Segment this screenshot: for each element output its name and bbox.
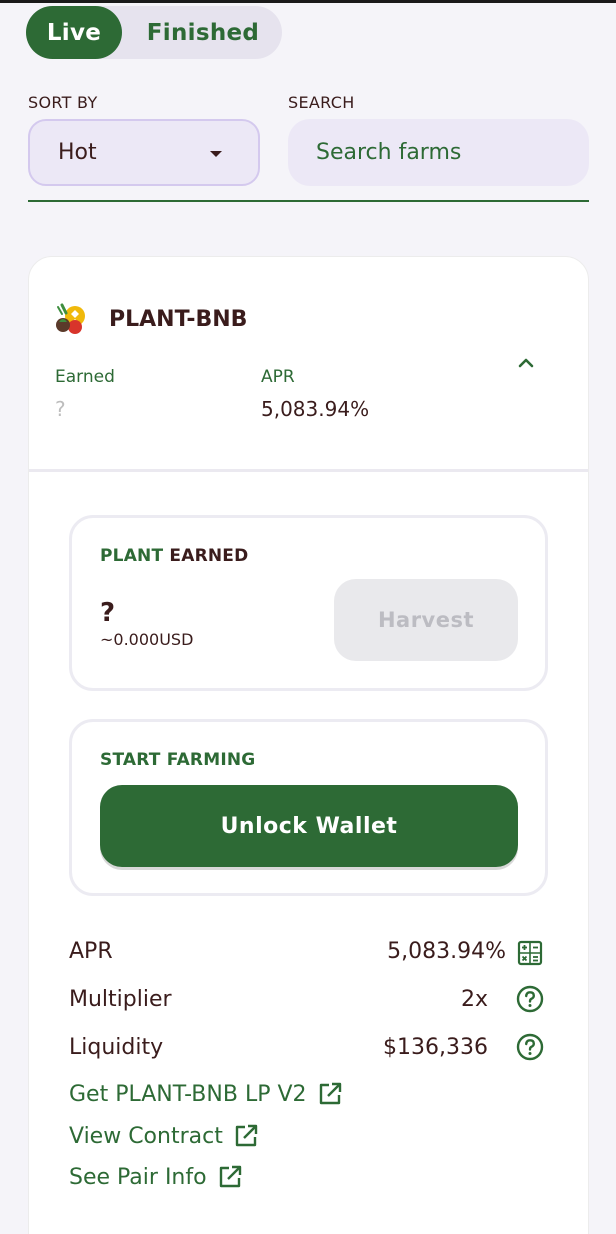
- sort-by-label: SORT BY: [28, 93, 98, 112]
- detail-multiplier-label: Multiplier: [69, 987, 172, 1012]
- external-link-icon: [219, 1165, 241, 1188]
- pair-info-link[interactable]: See Pair Info: [69, 1164, 243, 1190]
- detail-apr-label: APR: [69, 939, 113, 964]
- earned-box: PLANT EARNED ? ~0.000USD Harvest: [69, 515, 548, 691]
- sort-select[interactable]: Hot: [28, 119, 260, 186]
- live-finished-toggle: Live Finished: [26, 6, 282, 59]
- external-link-icon: [235, 1124, 258, 1147]
- earned-amount: ?: [100, 598, 116, 628]
- divider: [28, 200, 589, 202]
- get-lp-link-label: Get PLANT-BNB LP V2: [69, 1081, 307, 1107]
- card-header-separator: [29, 469, 588, 472]
- earned-usd: ~0.000USD: [100, 630, 194, 649]
- live-tab[interactable]: Live: [26, 6, 122, 59]
- help-circle-icon[interactable]: [516, 1033, 544, 1061]
- pair-name: PLANT-BNB: [109, 307, 248, 332]
- start-farming-title: START FARMING: [100, 750, 256, 770]
- earned-suffix-label: EARNED: [163, 546, 249, 566]
- apr-value: 5,083.94%: [261, 397, 370, 421]
- pair-info-link-label: See Pair Info: [69, 1164, 207, 1190]
- calculator-icon[interactable]: [516, 939, 544, 967]
- external-link-icon: [319, 1082, 341, 1105]
- view-contract-link-label: View Contract: [69, 1123, 223, 1149]
- earned-box-title: PLANT EARNED: [100, 546, 248, 566]
- search-input[interactable]: [288, 119, 589, 186]
- view-contract-link[interactable]: View Contract: [69, 1123, 259, 1149]
- earned-token-label: PLANT: [100, 546, 164, 566]
- help-circle-icon[interactable]: [516, 985, 544, 1013]
- chevron-up-icon[interactable]: [516, 353, 536, 373]
- harvest-button[interactable]: Harvest: [334, 579, 518, 661]
- search-label: SEARCH: [288, 93, 355, 112]
- get-lp-link[interactable]: Get PLANT-BNB LP V2: [69, 1081, 343, 1107]
- detail-multiplier-value: 2x: [460, 987, 488, 1012]
- earned-label: Earned: [55, 367, 115, 387]
- finished-tab[interactable]: Finished: [136, 6, 270, 59]
- detail-liquidity-value: $136,336: [383, 1035, 488, 1060]
- detail-liquidity-label: Liquidity: [69, 1035, 164, 1060]
- plant-bnb-token-icon: [56, 303, 85, 334]
- sort-select-value: Hot: [58, 140, 97, 165]
- apr-label: APR: [261, 367, 295, 387]
- unlock-wallet-button[interactable]: Unlock Wallet: [100, 785, 518, 867]
- start-farming-box: START FARMING Unlock Wallet: [69, 719, 548, 896]
- top-border: [0, 0, 616, 3]
- detail-apr-value: 5,083.94%: [387, 939, 506, 964]
- caret-down-icon: [210, 151, 222, 157]
- farm-card: PLANT-BNB Earned ? APR 5,083.94% PLANT E…: [28, 256, 589, 1234]
- earned-value: ?: [55, 397, 66, 421]
